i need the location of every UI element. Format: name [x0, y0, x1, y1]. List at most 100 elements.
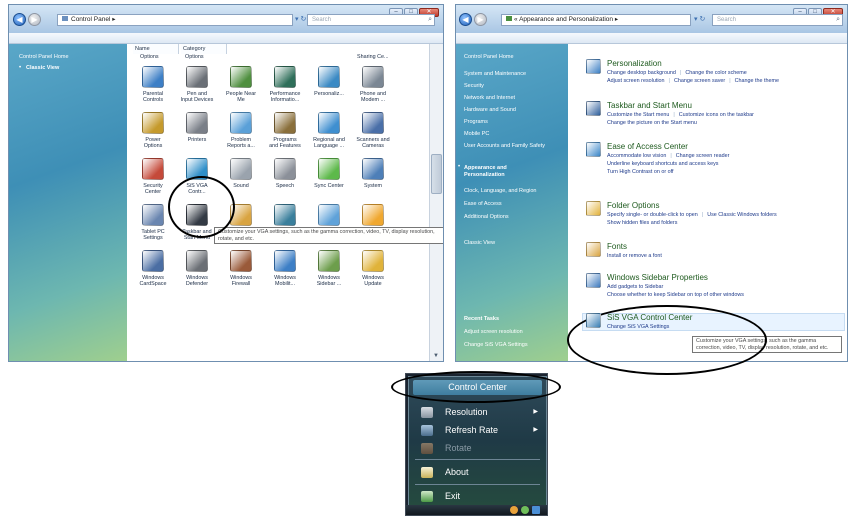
forward-button[interactable]: ▶ [28, 13, 41, 26]
tray-network-icon[interactable] [521, 506, 529, 514]
forward-button[interactable]: ▶ [474, 13, 487, 26]
control-panel-item[interactable]: Programs and Features [263, 112, 307, 149]
search-input[interactable]: Search ⌕ [307, 14, 435, 26]
category-task-link[interactable]: Show hidden files and folders [607, 220, 677, 226]
control-panel-item[interactable]: Printers [175, 112, 219, 143]
control-panel-item[interactable]: Security Center [131, 158, 175, 195]
control-panel-item[interactable]: People Near Me [219, 66, 263, 103]
column-header-name[interactable]: Name [133, 44, 179, 54]
menu-item-exit[interactable]: Exit [411, 489, 544, 504]
category-task-link[interactable]: Use Classic Windows folders [707, 212, 777, 218]
control-panel-item[interactable]: Windows Sidebar ... [307, 250, 351, 287]
category-task-link[interactable]: Change the theme [735, 78, 779, 84]
category-title-link[interactable]: Ease of Access Center [607, 142, 688, 151]
menu-item-label: Exit [445, 491, 461, 501]
control-panel-home-link[interactable]: Control Panel Home [19, 54, 69, 60]
breadcrumb-control-panel[interactable]: Control Panel [71, 16, 110, 23]
category-title-link[interactable]: SiS VGA Control Center [607, 313, 692, 322]
category-title-link[interactable]: Personalization [607, 59, 662, 68]
sidebar-link-additional[interactable]: Additional Options [464, 214, 509, 220]
control-panel-item-label: Windows Update [362, 275, 384, 288]
control-panel-item[interactable]: Windows Defender [175, 250, 219, 287]
control-panel-item[interactable]: Windows Mobilit... [263, 250, 307, 287]
category-task-link[interactable]: Customize the Start menu [607, 112, 669, 118]
control-panel-item[interactable]: Pen and Input Devices [175, 66, 219, 103]
category-title-link[interactable]: Fonts [607, 242, 627, 251]
column-header-category[interactable]: Category [181, 44, 227, 54]
control-panel-item[interactable]: Phone and Modem ... [351, 66, 395, 103]
control-panel-item[interactable]: Speech [263, 158, 307, 189]
category-task-link[interactable]: Choose whether to keep Sidebar on top of… [607, 292, 744, 298]
control-panel-item[interactable]: Sync Center [307, 158, 351, 189]
refresh-icon[interactable]: ▾ ↻ [295, 15, 306, 23]
control-panel-item[interactable]: Problem Reports a... [219, 112, 263, 149]
scroll-down-arrow[interactable]: ▼ [433, 353, 439, 359]
category-task-link[interactable]: Accommodate low vision [607, 153, 666, 159]
category-title-link[interactable]: Windows Sidebar Properties [607, 273, 708, 282]
category-task-link[interactable]: Add gadgets to Sidebar [607, 284, 663, 290]
sidebar-link-clock[interactable]: Clock, Language, and Region [464, 188, 536, 194]
breadcrumb-appearance[interactable]: Appearance and Personalization [519, 16, 613, 23]
control-panel-item[interactable]: System [351, 158, 395, 189]
submenu-arrow-icon: ▶ [533, 409, 538, 415]
sound-icon [230, 158, 252, 180]
mobility-icon [274, 250, 296, 272]
back-button[interactable]: ◀ [459, 13, 472, 26]
classic-view-link[interactable]: Classic View [26, 65, 59, 71]
sidebar-link-security[interactable]: Security [464, 83, 484, 89]
control-panel-item[interactable]: Scanners and Cameras [351, 112, 395, 149]
control-panel-item[interactable]: Windows Update [351, 250, 395, 287]
sidebar-link-mobile[interactable]: Mobile PC [464, 131, 489, 137]
menu-item-about[interactable]: About [411, 465, 544, 480]
tray-sis-vga-icon[interactable] [532, 506, 540, 514]
menu-separator [415, 484, 540, 485]
category-task-link[interactable]: Underline keyboard shortcuts and access … [607, 161, 718, 167]
address-overflow[interactable]: « [514, 16, 518, 23]
control-panel-classic-window: – □ ✕ ◀ ▶ Control Panel ▸ ▾ ↻ Search ⌕ C… [8, 4, 444, 362]
category-task-link[interactable]: Install or remove a font [607, 253, 662, 259]
sidebar-link-appearance[interactable]: Appearance and Personalization [464, 165, 534, 179]
category-task-link[interactable]: Change screen reader [676, 153, 730, 159]
sidebar-link-hardware[interactable]: Hardware and Sound [464, 107, 516, 113]
category-task-link[interactable]: Change screen saver [674, 78, 725, 84]
sidebar-link-home[interactable]: Control Panel Home [464, 54, 514, 60]
sidebar-link-system[interactable]: System and Maintenance [464, 71, 526, 77]
control-panel-item-label: Personaliz... [314, 91, 344, 97]
category-title-link[interactable]: Taskbar and Start Menu [607, 101, 692, 110]
control-panel-item[interactable]: Personaliz... [307, 66, 351, 97]
recent-task-resolution[interactable]: Adjust screen resolution [464, 329, 523, 335]
sidebar-link-user-accounts[interactable]: User Accounts and Family Safety [464, 143, 554, 150]
sidebar-link-programs[interactable]: Programs [464, 119, 488, 125]
scrollbar-thumb[interactable] [431, 154, 442, 194]
control-panel-item[interactable]: Windows Firewall [219, 250, 263, 287]
title-bar: – □ ✕ ◀ ▶ « Appearance and Personalizati… [456, 5, 847, 33]
control-panel-item[interactable]: Regional and Language ... [307, 112, 351, 149]
sidebar-link-ease[interactable]: Ease of Access [464, 201, 502, 207]
control-panel-item[interactable]: Windows CardSpace [131, 250, 175, 287]
refresh-icon[interactable]: ▾ ↻ [694, 15, 705, 23]
category-task-link[interactable]: Specify single- or double-click to open [607, 212, 698, 218]
address-bar[interactable]: Control Panel ▸ [57, 14, 293, 26]
back-button[interactable]: ◀ [13, 13, 26, 26]
category-task-link[interactable]: Change the picture on the Start menu [607, 120, 697, 126]
tray-warning-icon[interactable] [510, 506, 518, 514]
category-task-link[interactable]: Change SiS VGA Settings [607, 324, 669, 330]
sidebar-link-network[interactable]: Network and Internet [464, 95, 515, 101]
category-task-link[interactable]: Turn High Contrast on or off [607, 169, 674, 175]
control-panel-item[interactable]: Parental Controls [131, 66, 175, 103]
category-task-link[interactable]: Change desktop background [607, 70, 676, 76]
category-task-link[interactable]: Adjust screen resolution [607, 78, 665, 84]
vertical-scrollbar[interactable]: ▼ [429, 44, 443, 361]
search-input[interactable]: Search ⌕ [712, 14, 843, 26]
category-task-link[interactable]: Customize icons on the taskbar [679, 112, 754, 118]
menu-item-resolution[interactable]: Resolution ▶ [411, 405, 544, 420]
category-task-link[interactable]: Change the color scheme [685, 70, 746, 76]
address-bar[interactable]: « Appearance and Personalization ▸ [501, 14, 691, 26]
recent-task-sis-vga[interactable]: Change SiS VGA Settings [464, 342, 528, 348]
category-title-link[interactable]: Folder Options [607, 201, 659, 210]
category-icon [586, 201, 601, 216]
control-panel-item[interactable]: Performance Informatio... [263, 66, 307, 103]
menu-item-refresh-rate[interactable]: Refresh Rate ▶ [411, 423, 544, 438]
sidebar-link-classic-view[interactable]: Classic View [464, 240, 495, 246]
control-panel-item[interactable]: Power Options [131, 112, 175, 149]
